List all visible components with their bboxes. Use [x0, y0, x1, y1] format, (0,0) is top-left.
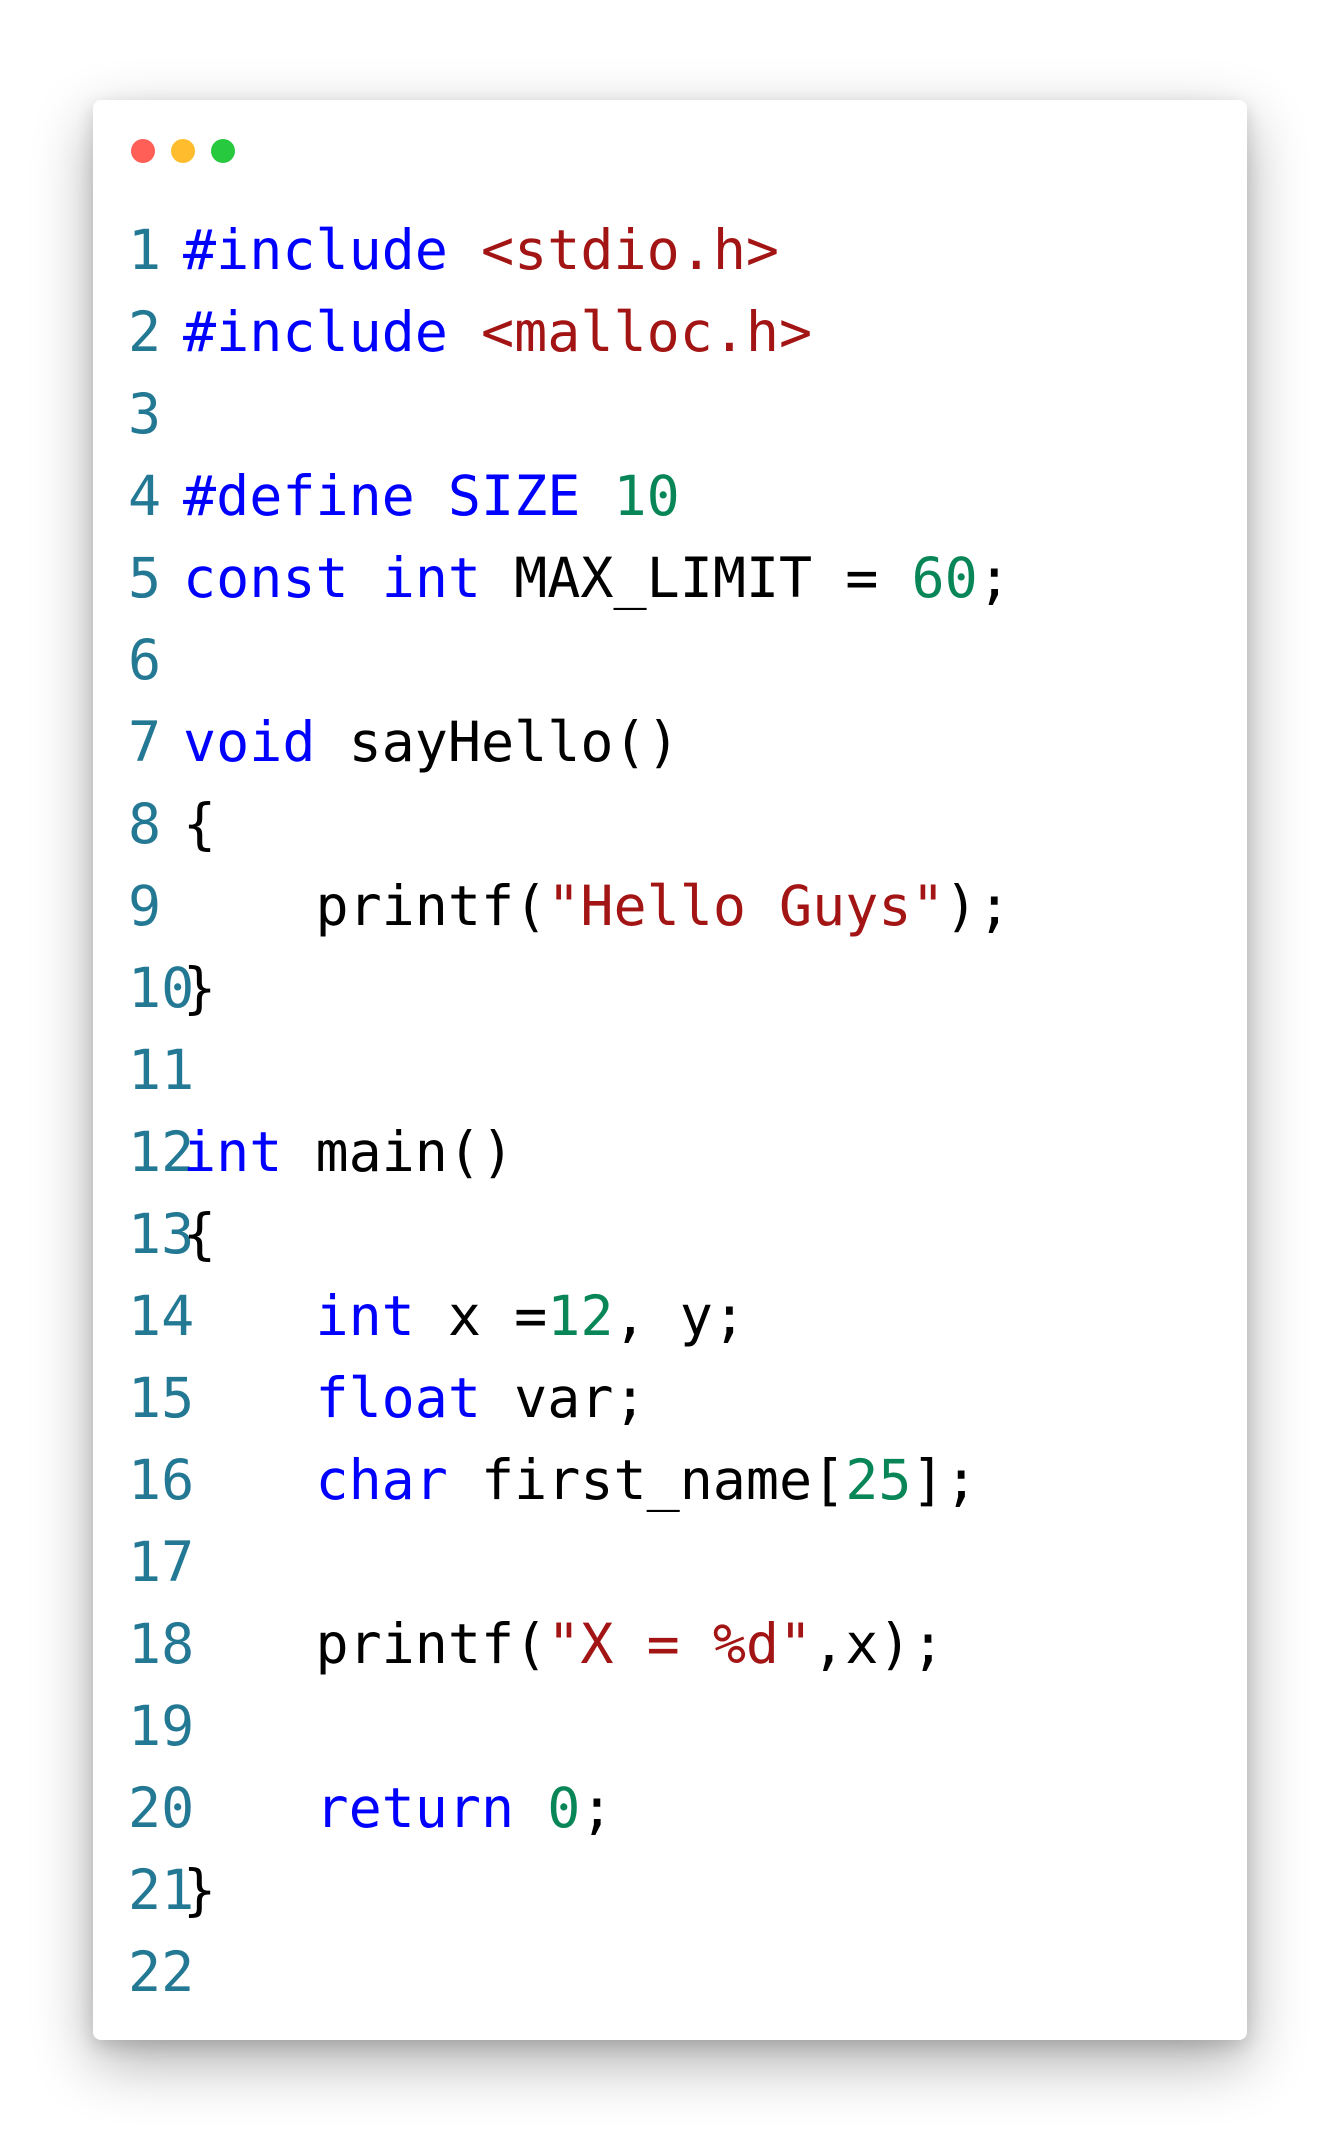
- code-token-txt: );: [944, 874, 1011, 938]
- code-token-str: <stdio.h>: [481, 218, 780, 282]
- code-token-txt: ,x);: [812, 1612, 945, 1676]
- line-content: #include <malloc.h>: [183, 291, 812, 373]
- line-number: 6: [128, 628, 162, 692]
- line-number: 3: [128, 382, 162, 446]
- code-token-str: <malloc.h>: [481, 300, 813, 364]
- code-token-txt: first_name[: [447, 1448, 846, 1512]
- line-number: 2: [128, 300, 162, 364]
- code-token-kw: int: [381, 546, 482, 610]
- code-token-num: 60: [911, 546, 978, 610]
- code-token-kw: SIZE: [447, 464, 581, 528]
- line-number: 7: [128, 710, 162, 774]
- code-token-txt: var;: [481, 1366, 647, 1430]
- line-content: const int MAX_LIMIT = 60;: [183, 537, 1011, 619]
- zoom-dot-icon[interactable]: [211, 139, 235, 163]
- line-number: 19: [128, 1694, 195, 1758]
- code-token-txt: printf(: [183, 874, 548, 938]
- line-content: int main(): [183, 1111, 514, 1193]
- code-token-txt: ;: [977, 546, 1011, 610]
- line-number: 4: [128, 464, 162, 528]
- line-content: printf("X = %d",x);: [183, 1603, 945, 1685]
- code-token-txt: , y;: [613, 1284, 746, 1348]
- code-token-txt: sayHello(): [315, 710, 680, 774]
- code-token-kw: int: [183, 1120, 283, 1184]
- code-token-str: "Hello Guys": [547, 874, 945, 938]
- code-token-kw: #include: [183, 300, 448, 364]
- line-content: int x =12, y;: [183, 1275, 746, 1357]
- code-token-num: 0: [547, 1776, 581, 1840]
- close-dot-icon[interactable]: [131, 139, 155, 163]
- line-content: {: [183, 1193, 216, 1275]
- code-token-kw: float: [315, 1366, 482, 1430]
- code-token-num: 10: [613, 464, 680, 528]
- line-content: printf("Hello Guys");: [183, 865, 1011, 947]
- code-token-kw: char: [315, 1448, 448, 1512]
- code-token-kw: int: [315, 1284, 415, 1348]
- code-token-txt: }: [183, 1858, 217, 1922]
- line-number: 1: [128, 218, 162, 282]
- window-controls: [131, 139, 235, 163]
- line-content: }: [183, 947, 216, 1029]
- line-content: float var;: [183, 1357, 647, 1439]
- line-content: #include <stdio.h>: [183, 209, 779, 291]
- minimize-dot-icon[interactable]: [171, 139, 195, 163]
- line-content: {: [183, 783, 216, 865]
- code-token-txt: MAX_LIMIT =: [481, 546, 912, 610]
- code-token-txt: ];: [911, 1448, 978, 1512]
- code-token-txt: x =: [414, 1284, 548, 1348]
- code-token-txt: ;: [580, 1776, 614, 1840]
- line-content: }: [183, 1849, 216, 1931]
- code-token-kw: #include: [183, 218, 448, 282]
- code-token-str: "X = %d": [547, 1612, 813, 1676]
- code-token-txt: {: [183, 1202, 217, 1266]
- code-token-kw: return: [315, 1776, 515, 1840]
- line-number: 11: [128, 1038, 195, 1102]
- line-number: 5: [128, 546, 162, 610]
- code-token-num: 25: [845, 1448, 912, 1512]
- code-token-kw: const: [183, 546, 349, 610]
- code-window: 1 #include <stdio.h> 2 #include <malloc.h> 3…: [93, 100, 1247, 2040]
- page: 1 #include <stdio.h> 2 #include <malloc.h> 3…: [0, 0, 1338, 2140]
- code-token-txt: printf(: [183, 1612, 548, 1676]
- code-token-num: 12: [547, 1284, 614, 1348]
- line-number: 22: [128, 1940, 195, 2004]
- code-token-txt: }: [183, 956, 217, 1020]
- code-token-kw: #define: [183, 464, 415, 528]
- line-number: 9: [128, 874, 162, 938]
- code-token-txt: {: [183, 792, 217, 856]
- line-content: #define SIZE 10: [183, 455, 680, 537]
- code-token-txt: main(): [282, 1120, 515, 1184]
- line-content: char first_name[25];: [183, 1439, 978, 1521]
- line-content: void sayHello(): [183, 701, 680, 783]
- line-number: 8: [128, 792, 162, 856]
- line-number: 17: [128, 1530, 195, 1594]
- code-token-kw: void: [183, 710, 316, 774]
- line-content: return 0;: [183, 1767, 614, 1849]
